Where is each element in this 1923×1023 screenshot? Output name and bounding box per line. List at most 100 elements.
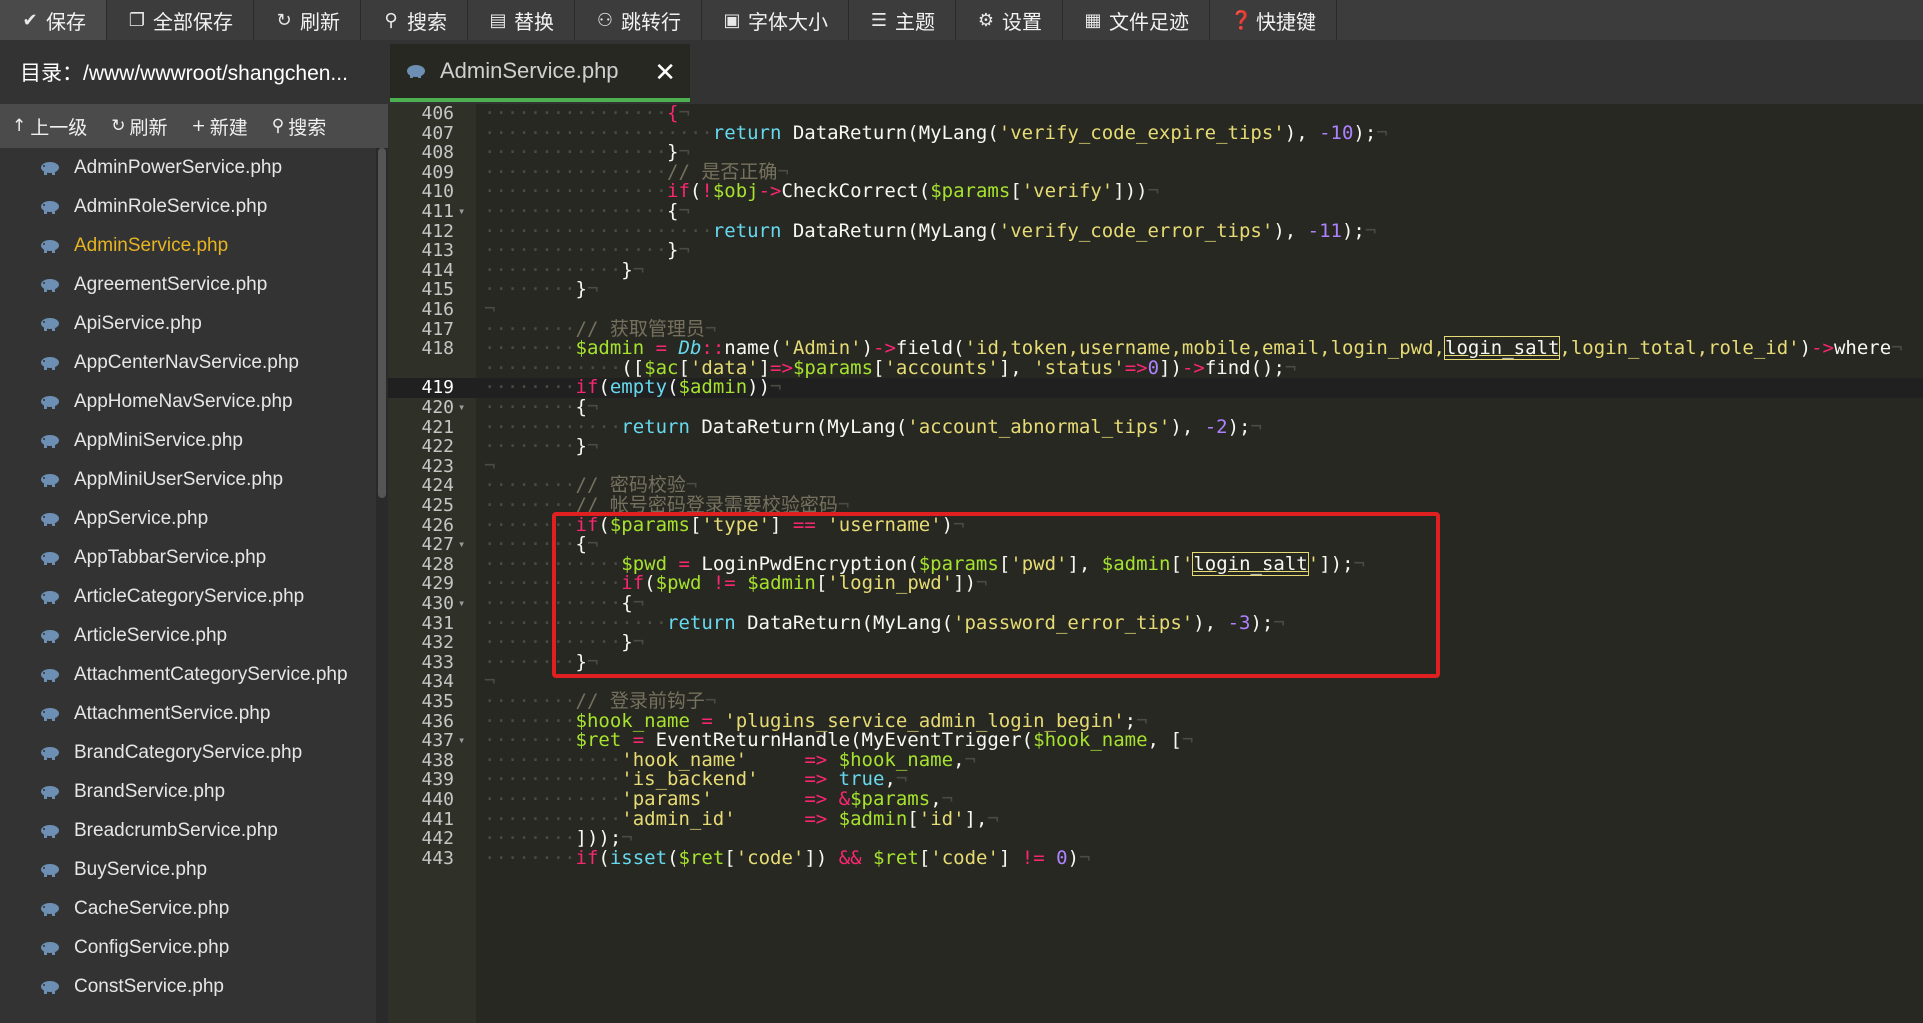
code-token: ( xyxy=(598,376,610,399)
code-line[interactable]: 414 ············}¬ xyxy=(388,258,1923,281)
sidebar-action-3[interactable]: ⚲ 搜索 xyxy=(260,113,338,140)
code-token: DataReturn(MyLang( xyxy=(781,219,999,242)
file-item[interactable]: BuyService.php xyxy=(0,850,374,889)
fold-arrow-icon[interactable]: ▾ xyxy=(458,731,465,751)
code-token: ), xyxy=(1170,415,1205,438)
toolbar-button-0[interactable]: ✔ 保存 xyxy=(0,0,107,40)
code-token: -3 xyxy=(1227,611,1251,634)
sidebar-scrollbar-thumb[interactable] xyxy=(378,148,386,498)
toolbar-button-6[interactable]: ▣ 字体大小 xyxy=(702,0,849,40)
file-item[interactable]: AppMiniUserService.php xyxy=(0,460,374,499)
file-item[interactable]: AppTabbarService.php xyxy=(0,538,374,577)
toolbar-button-label: 跳转行 xyxy=(621,11,681,34)
fold-arrow-icon[interactable]: ▾ xyxy=(458,594,465,614)
toolbar-button-label: 保存 xyxy=(46,11,86,34)
code-token: $hook_name xyxy=(1033,729,1148,752)
line-number: 408 xyxy=(421,142,454,164)
file-item[interactable]: AppCenterNavService.php xyxy=(0,343,374,382)
toolbar-button-5[interactable]: ⚇ 跳转行 xyxy=(575,0,702,40)
code-line[interactable]: 433 ········}¬ xyxy=(388,652,1923,673)
file-name: ConstService.php xyxy=(74,975,224,997)
code-token: ), xyxy=(1284,121,1320,144)
php-elephant-icon xyxy=(40,473,60,487)
file-item[interactable]: CacheService.php xyxy=(0,889,374,928)
code-token: -11 xyxy=(1307,219,1342,242)
php-elephant-icon xyxy=(40,551,60,565)
sidebar-scrollbar[interactable] xyxy=(376,148,388,1023)
file-item[interactable]: BrandService.php xyxy=(0,772,374,811)
fold-arrow-icon[interactable]: ▾ xyxy=(458,398,465,418)
toolbar-button-3[interactable]: ⚲ 搜索 xyxy=(361,0,468,40)
file-item[interactable]: AdminRoleService.php xyxy=(0,187,374,226)
code-editor[interactable]: 406 ················{¬ 407 ················… xyxy=(388,104,1923,1023)
line-number: 431 xyxy=(421,612,454,634)
line-number: 427 xyxy=(421,534,454,556)
file-item[interactable]: AppMiniService.php xyxy=(0,421,374,460)
php-elephant-icon xyxy=(40,434,60,448)
toolbar-button-10[interactable]: ❓ 快捷键 xyxy=(1210,0,1337,40)
sidebar-action-0[interactable]: ↑ 上一级 xyxy=(0,113,99,140)
code-token: ]); xyxy=(1319,552,1354,575)
code-line[interactable]: 422 ········}¬ xyxy=(388,435,1923,458)
file-item[interactable]: ArticleCategoryService.php xyxy=(0,577,374,616)
eol-marker: ¬ xyxy=(770,376,782,399)
sidebar-action-label: 上一级 xyxy=(30,117,88,139)
code-line[interactable]: 415 ········}¬ xyxy=(388,280,1923,300)
code-text: ········}¬ xyxy=(484,652,598,673)
file-item[interactable]: AppService.php xyxy=(0,499,374,538)
toolbar-button-9[interactable]: ▦ 文件足迹 xyxy=(1063,0,1210,40)
code-token: $pwd xyxy=(655,572,702,595)
code-token: empty xyxy=(609,376,668,399)
sidebar-action-1[interactable]: ↻ 刷新 xyxy=(99,113,179,140)
fold-arrow-icon[interactable]: ▾ xyxy=(458,535,465,555)
code-token: $ret xyxy=(873,846,919,869)
eol-marker: ¬ xyxy=(976,572,988,595)
code-token: ! xyxy=(701,180,713,203)
code-line[interactable]: 443 ········if(isset($ret['code']) && $re… xyxy=(388,846,1923,869)
eol-marker: ¬ xyxy=(586,435,599,458)
toolbar: ✔ 保存 ❐ 全部保存 ↻ 刷新 ⚲ 搜索 ▤ 替换 ⚇ 跳转行 ▣ 字体大小 ☰ 主题 ⚙ 设置 ▦ 文件足迹 ❓ 快捷… xyxy=(0,0,1923,40)
toolbar-button-4[interactable]: ▤ 替换 xyxy=(468,0,575,40)
file-item[interactable]: AttachmentCategoryService.php xyxy=(0,655,374,694)
toolbar-button-1[interactable]: ❐ 全部保存 xyxy=(107,0,254,40)
file-item[interactable]: BreadcrumbService.php xyxy=(0,811,374,850)
theme-icon: ☰ xyxy=(870,9,888,31)
file-item[interactable]: BrandCategoryService.php xyxy=(0,733,374,772)
code-line[interactable]: 419 ········if(empty($admin))¬ xyxy=(388,378,1923,398)
file-name: AppMiniUserService.php xyxy=(74,468,284,490)
file-item[interactable]: AppHomeNavService.php xyxy=(0,382,374,421)
code-line[interactable]: 432 ············}¬ xyxy=(388,632,1923,653)
toolbar-button-8[interactable]: ⚙ 设置 xyxy=(956,0,1063,40)
eol-marker: ¬ xyxy=(1250,415,1262,438)
code-line[interactable]: 426 ········if($params['type'] == 'userna… xyxy=(388,515,1923,536)
file-item[interactable]: AgreementService.php xyxy=(0,265,374,304)
file-item[interactable]: ApiService.php xyxy=(0,304,374,343)
eol-marker: ¬ xyxy=(1181,729,1194,752)
file-item[interactable]: AdminService.php xyxy=(0,226,374,265)
tab-admin-service[interactable]: AdminService.php ✕ xyxy=(390,44,690,102)
toolbar-button-2[interactable]: ↻ 刷新 xyxy=(254,0,361,40)
php-elephant-icon xyxy=(40,902,60,916)
code-token: && xyxy=(838,846,862,869)
line-number: 423 xyxy=(421,455,454,477)
eol-marker: ¬ xyxy=(632,258,645,281)
file-item[interactable]: ConstService.php xyxy=(0,967,374,1006)
line-number: 407 xyxy=(421,122,454,144)
fold-arrow-icon[interactable]: ▾ xyxy=(458,202,465,222)
code-token: $admin xyxy=(1101,552,1171,575)
close-icon[interactable]: ✕ xyxy=(654,58,676,88)
file-item[interactable]: AdminPowerService.php xyxy=(0,148,374,187)
code-token: ( xyxy=(667,376,679,399)
file-name: BreadcrumbService.php xyxy=(74,819,278,841)
toolbar-button-7[interactable]: ☰ 主题 xyxy=(849,0,956,40)
code-line[interactable]: 421 ············return DataReturn(MyLang(… xyxy=(388,415,1923,438)
file-item[interactable]: AttachmentService.php xyxy=(0,694,374,733)
file-item[interactable]: ConfigService.php xyxy=(0,928,374,967)
file-item[interactable]: ArticleService.php xyxy=(0,616,374,655)
line-number: 410 xyxy=(421,181,454,203)
code-token: ) xyxy=(1799,337,1812,360)
line-number: 415 xyxy=(421,279,454,301)
sidebar-action-2[interactable]: + 新建 xyxy=(180,113,260,140)
php-elephant-icon xyxy=(40,824,60,838)
